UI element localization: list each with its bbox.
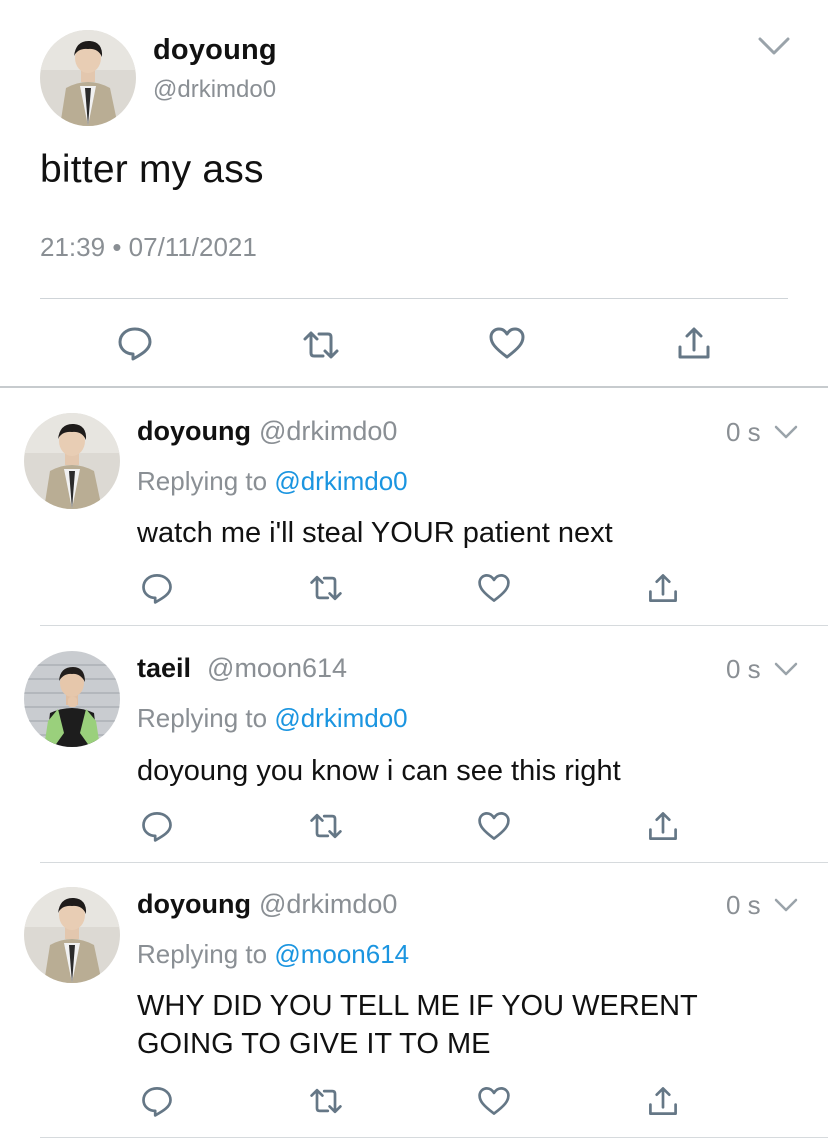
reply-actions <box>0 566 828 606</box>
handle[interactable]: @drkimdo0 <box>259 416 397 446</box>
share-icon <box>649 812 677 840</box>
handle[interactable]: @drkimdo0 <box>153 76 276 104</box>
tweet-time: 21:39 <box>40 232 106 262</box>
replying-label: Replying to <box>137 703 275 733</box>
tweet-timestamp: 21:39 • 07/11/2021 <box>40 232 257 263</box>
like-button[interactable] <box>472 1079 516 1123</box>
like-icon <box>478 1087 510 1115</box>
mention-link[interactable]: @drkimdo0 <box>274 466 407 496</box>
reply-button[interactable] <box>135 804 179 848</box>
like-button[interactable] <box>485 321 529 365</box>
avatar[interactable] <box>24 651 120 747</box>
tweet-date: 07/11/2021 <box>128 232 257 262</box>
like-button[interactable] <box>472 566 516 610</box>
reply-header: doyoung @drkimdo0 <box>137 416 397 447</box>
replying-label: Replying to <box>137 939 275 969</box>
display-name[interactable]: doyoung <box>137 416 251 446</box>
avatar-suit-icon <box>24 413 120 509</box>
avatar[interactable] <box>24 413 120 509</box>
reply-icon <box>142 812 172 842</box>
reply-icon <box>142 574 172 604</box>
avatar-green-jacket-icon <box>24 651 120 747</box>
reply-button[interactable] <box>113 321 157 365</box>
share-icon <box>649 1087 677 1115</box>
reply-time: 0 s <box>726 654 761 684</box>
retweet-button[interactable] <box>304 1079 348 1123</box>
reply-header: doyoung @drkimdo0 <box>137 889 397 920</box>
avatar[interactable] <box>24 887 120 983</box>
like-icon <box>489 327 525 359</box>
tweet-actions <box>0 318 828 368</box>
avatar[interactable] <box>40 30 136 126</box>
reply-header: taeil @moon614 <box>137 653 347 684</box>
reply-tweet[interactable]: taeil @moon614 0 s Replying to @drkimdo0 … <box>0 626 828 863</box>
like-icon <box>478 574 510 602</box>
share-icon <box>649 574 677 602</box>
divider <box>40 1137 828 1138</box>
share-icon <box>678 327 710 359</box>
replying-label: Replying to <box>137 466 275 496</box>
reply-time: 0 s <box>726 890 761 920</box>
avatar-suit-icon <box>40 30 136 126</box>
avatar-suit-icon <box>24 887 120 983</box>
share-button[interactable] <box>641 804 685 848</box>
divider <box>40 298 788 299</box>
mention-link[interactable]: @drkimdo0 <box>274 703 407 733</box>
retweet-button[interactable] <box>299 323 343 367</box>
chevron-down-icon[interactable] <box>773 896 799 914</box>
tweet-text: bitter my ass <box>40 148 264 191</box>
replying-to: Replying to @drkimdo0 <box>137 466 408 497</box>
reply-button[interactable] <box>135 566 179 610</box>
reply-actions <box>0 804 828 844</box>
display-name[interactable]: taeil <box>137 653 191 683</box>
reply-time: 0 s <box>726 417 761 447</box>
tweet-thread: doyoung @drkimdo0 bitter my ass 21:39 • … <box>0 0 828 1139</box>
display-name[interactable]: doyoung <box>137 889 251 919</box>
retweet-button[interactable] <box>304 566 348 610</box>
chevron-down-icon[interactable] <box>773 660 799 678</box>
reply-tweet[interactable]: doyoung @drkimdo0 0 s Replying to @moon61… <box>0 863 828 1139</box>
like-button[interactable] <box>472 804 516 848</box>
mention-link[interactable]: @moon614 <box>274 939 409 969</box>
replying-to: Replying to @drkimdo0 <box>137 703 408 734</box>
handle[interactable]: @drkimdo0 <box>259 889 397 919</box>
share-button[interactable] <box>641 1079 685 1123</box>
chevron-down-icon[interactable] <box>773 423 799 441</box>
reply-icon <box>142 1087 172 1117</box>
reply-text: watch me i'll steal YOUR patient next <box>137 517 613 549</box>
retweet-icon <box>310 1088 342 1114</box>
handle[interactable]: @moon614 <box>207 653 347 683</box>
reply-text: doyoung you know i can see this right <box>137 755 621 787</box>
retweet-icon <box>310 575 342 601</box>
replying-to: Replying to @moon614 <box>137 939 409 970</box>
retweet-icon <box>303 331 339 359</box>
retweet-icon <box>310 813 342 839</box>
chevron-down-icon[interactable] <box>756 34 792 58</box>
share-button[interactable] <box>641 566 685 610</box>
reply-actions <box>0 1079 828 1119</box>
reply-text: WHY DID YOU TELL ME IF YOU WERENT GOING … <box>137 990 698 1060</box>
reply-button[interactable] <box>135 1079 179 1123</box>
reply-icon <box>118 327 152 361</box>
display-name[interactable]: doyoung <box>153 34 277 67</box>
like-icon <box>478 812 510 840</box>
reply-tweet[interactable]: doyoung @drkimdo0 0 s Replying to @drkimd… <box>0 388 828 626</box>
share-button[interactable] <box>672 321 716 365</box>
main-tweet[interactable]: doyoung @drkimdo0 bitter my ass 21:39 • … <box>0 0 828 388</box>
separator-dot: • <box>112 232 122 262</box>
retweet-button[interactable] <box>304 804 348 848</box>
